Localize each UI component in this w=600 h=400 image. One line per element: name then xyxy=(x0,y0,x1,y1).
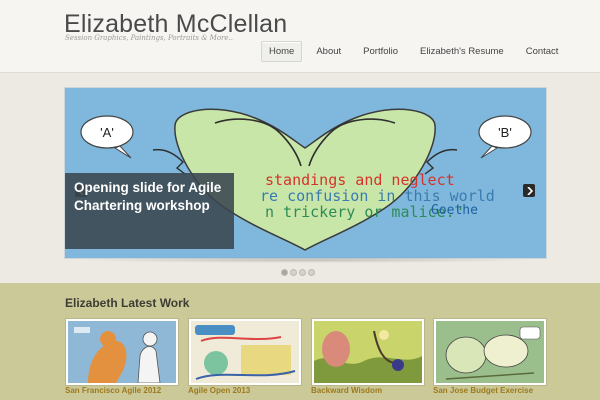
thumbnail-agile-open-2013[interactable] xyxy=(188,318,302,386)
slider-pagination xyxy=(281,269,317,276)
site-header: Elizabeth McClellan Session Graphics, Pa… xyxy=(0,0,600,73)
bubble-left-text: 'A' xyxy=(100,125,114,140)
slide-shadow xyxy=(70,257,540,263)
nav-item-contact[interactable]: Contact xyxy=(518,41,567,62)
thumbnail-san-jose-budget[interactable] xyxy=(433,318,547,386)
main-nav: Home About Portfolio Elizabeth's Resume … xyxy=(261,41,572,62)
thumbnail-caption-4[interactable]: San Jose Budget Exercise xyxy=(433,386,533,395)
bubble-right-text: 'B' xyxy=(498,125,512,140)
thumbnail-caption-2[interactable]: Agile Open 2013 xyxy=(188,386,250,395)
nav-item-about[interactable]: About xyxy=(308,41,349,62)
thumbnail-caption-3[interactable]: Backward Wisdom xyxy=(311,386,382,395)
nav-item-home[interactable]: Home xyxy=(261,41,303,62)
quote-author: Goethe xyxy=(431,203,478,218)
latest-work-title: Elizabeth Latest Work xyxy=(65,296,190,310)
slider-dot-3[interactable] xyxy=(299,269,306,276)
slide-caption: Opening slide for Agile Chartering works… xyxy=(65,173,234,249)
slider-dot-4[interactable] xyxy=(308,269,315,276)
slider-dot-2[interactable] xyxy=(290,269,297,276)
thumbnail-caption-1[interactable]: San Francisco Agile 2012 xyxy=(65,386,161,395)
nav-item-portfolio[interactable]: Portfolio xyxy=(355,41,406,62)
chevron-right-icon[interactable] xyxy=(523,184,535,197)
slider-dot-1[interactable] xyxy=(281,269,288,276)
thumbnail-sf-agile-2012[interactable] xyxy=(65,318,179,386)
slide-caption-text: Opening slide for Agile Chartering works… xyxy=(74,180,222,213)
latest-work-section: Elizabeth Latest Work San Francisco Agil… xyxy=(0,283,600,400)
site-tagline: Session Graphics, Paintings, Portraits &… xyxy=(65,34,233,42)
slider-section: 'A' 'B' standings and neglect re confusi… xyxy=(0,73,600,283)
nav-item-resume[interactable]: Elizabeth's Resume xyxy=(412,41,512,62)
thumbnail-backward-wisdom[interactable] xyxy=(311,318,425,386)
